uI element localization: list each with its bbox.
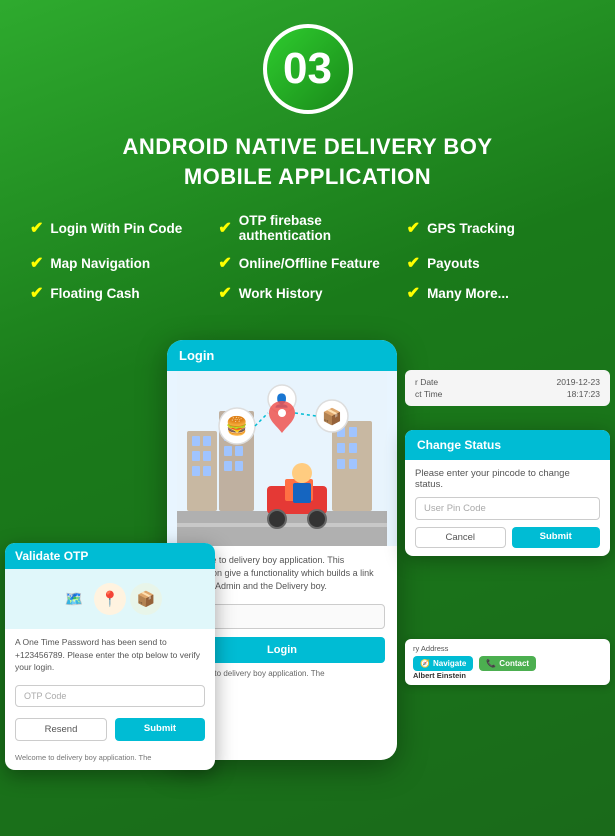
feature-item: ✔ Many More...: [407, 283, 585, 303]
page-title: ANDROID NATIVE DELIVERY BOY MOBILE APPLI…: [122, 132, 492, 191]
feature-item: ✔ Payouts: [407, 253, 585, 273]
feature-item: ✔ Map Navigation: [30, 253, 208, 273]
login-illustration: 🍔 📦 👤: [167, 371, 397, 546]
feature-item: ✔ Work History: [218, 283, 396, 303]
phone-icon: 📞: [486, 659, 496, 668]
change-status-body: Please enter your pincode to change stat…: [405, 460, 610, 556]
check-icon: ✔: [30, 218, 43, 238]
location-icon: 📍: [94, 583, 126, 615]
navigate-button[interactable]: 🧭 Navigate: [413, 656, 473, 671]
check-icon: ✔: [218, 283, 231, 303]
check-icon: ✔: [30, 283, 43, 303]
resend-button[interactable]: Resend: [15, 718, 107, 741]
contact-button[interactable]: 📞 Contact: [479, 656, 536, 671]
feature-label: Login With Pin Code: [50, 221, 182, 236]
feature-item: ✔ GPS Tracking: [407, 213, 585, 243]
otp-footer: Welcome to delivery boy application. The: [5, 749, 215, 770]
nav-contact-bar: ry Address 🧭 Navigate 📞 Contact Albert E…: [405, 639, 610, 685]
check-icon: ✔: [407, 283, 420, 303]
login-screen-header: Login: [167, 340, 397, 371]
validate-otp-card: Validate OTP 🗺️ 📍 📦 A One Time Password …: [5, 543, 215, 770]
map-icon: 🗺️: [58, 583, 90, 615]
status-action-buttons: Cancel Submit: [415, 527, 600, 548]
feature-label: OTP firebase authentication: [239, 213, 397, 243]
check-icon: ✔: [218, 253, 231, 273]
screenshots-area: Login: [0, 340, 615, 770]
feature-item: ✔ Floating Cash: [30, 283, 208, 303]
check-icon: ✔: [407, 218, 420, 238]
feature-label: Floating Cash: [50, 286, 139, 301]
check-icon: ✔: [30, 253, 43, 273]
features-grid: ✔ Login With Pin Code ✔ OTP firebase aut…: [20, 213, 595, 303]
svg-text:📦: 📦: [322, 407, 342, 426]
feature-label: Many More...: [427, 286, 509, 301]
feature-label: Payouts: [427, 256, 480, 271]
order-row: ct Time 18:17:23: [415, 388, 600, 400]
package-icon: 📦: [130, 583, 162, 615]
navigate-icon: 🧭: [420, 659, 430, 668]
change-status-text: Please enter your pincode to change stat…: [415, 468, 600, 490]
svg-text:🍔: 🍔: [226, 415, 248, 436]
change-status-header: Change Status: [405, 430, 610, 460]
otp-code-input[interactable]: OTP Code: [15, 685, 205, 707]
check-icon: ✔: [218, 218, 231, 238]
feature-label: Online/Offline Feature: [239, 256, 380, 271]
order-info-area: r Date 2019-12-23 ct Time 18:17:23: [405, 370, 610, 406]
feature-label: GPS Tracking: [427, 221, 515, 236]
validate-otp-header: Validate OTP: [5, 543, 215, 569]
step-badge: 03: [263, 24, 353, 114]
otp-illustration: 🗺️ 📍 📦: [5, 569, 215, 629]
check-icon: ✔: [407, 253, 420, 273]
nav-contact-inner: 🧭 Navigate 📞 Contact: [413, 656, 602, 671]
otp-submit-button[interactable]: Submit: [115, 718, 205, 741]
cancel-button[interactable]: Cancel: [415, 527, 506, 548]
driver-name: Albert Einstein: [413, 671, 602, 680]
otp-body-text: A One Time Password has been send to +12…: [5, 629, 215, 680]
pin-code-input[interactable]: User Pin Code: [415, 497, 600, 520]
feature-label: Map Navigation: [50, 256, 150, 271]
order-row: r Date 2019-12-23: [415, 376, 600, 388]
otp-action-buttons: Resend Submit: [5, 712, 215, 749]
feature-item: ✔ Online/Offline Feature: [218, 253, 396, 273]
feature-item: ✔ Login With Pin Code: [30, 213, 208, 243]
step-number: 03: [283, 44, 332, 94]
address-label: ry Address: [413, 644, 602, 653]
submit-button[interactable]: Submit: [512, 527, 601, 548]
feature-item: ✔ OTP firebase authentication: [218, 213, 396, 243]
feature-label: Work History: [239, 286, 323, 301]
change-status-card: Change Status Please enter your pincode …: [405, 430, 610, 556]
